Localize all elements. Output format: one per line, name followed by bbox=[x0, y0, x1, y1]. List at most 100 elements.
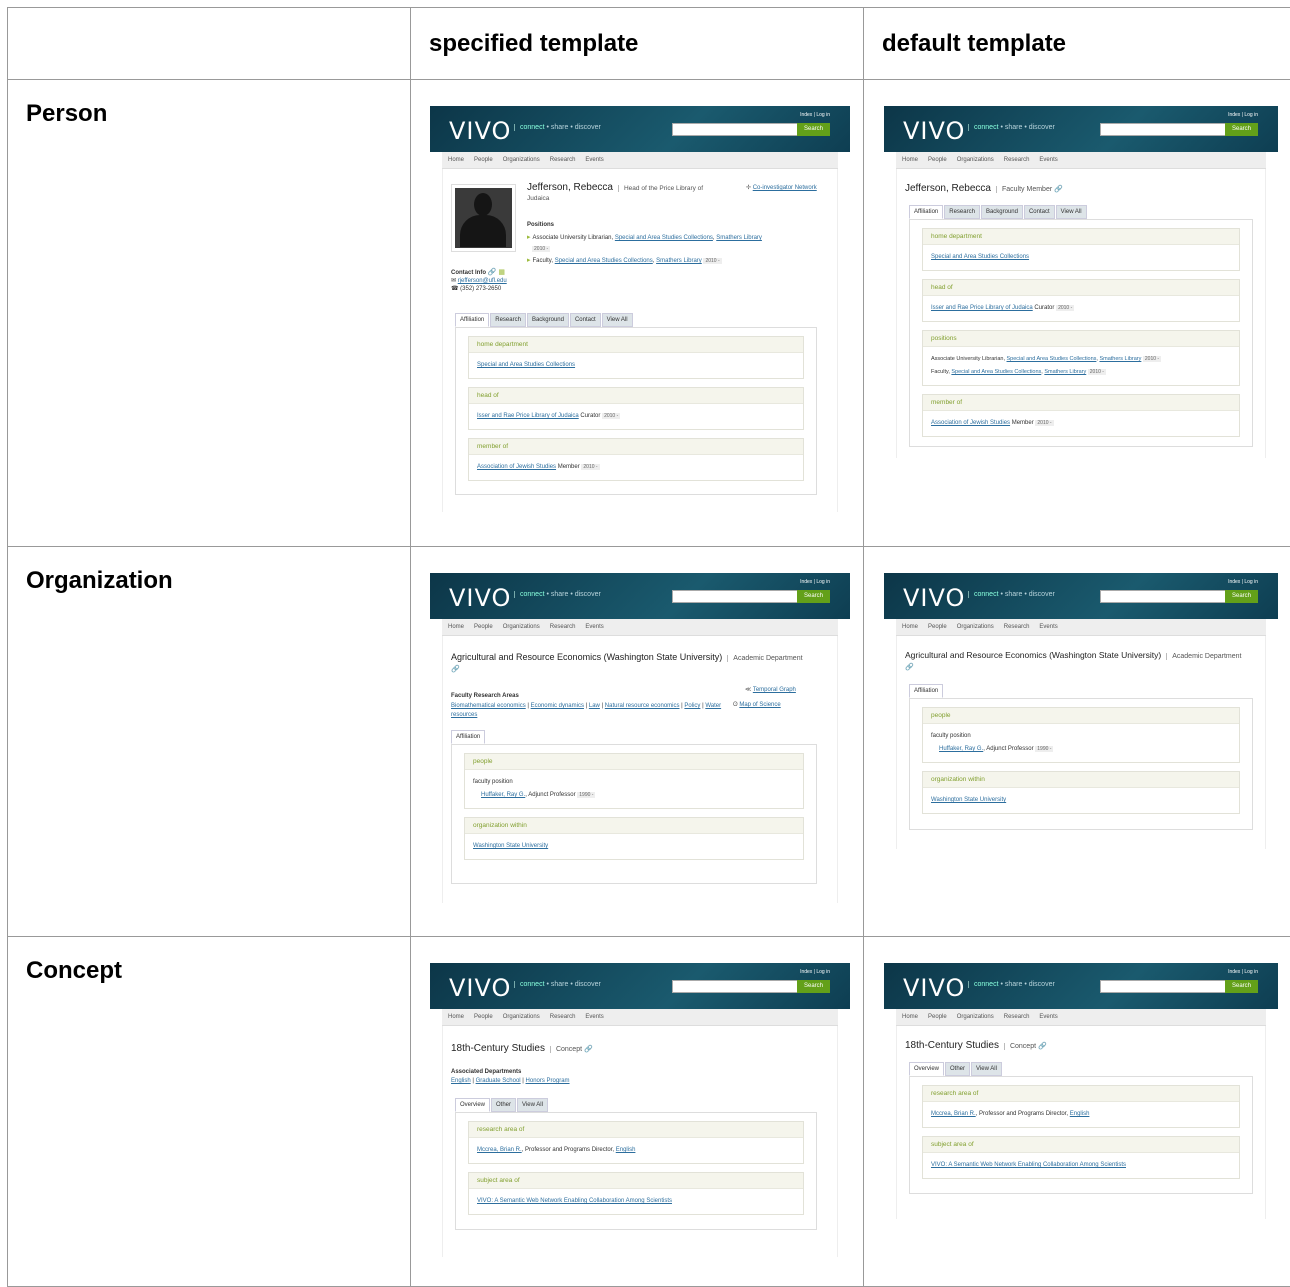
publication-link[interactable]: VIVO: A Semantic Web Network Enabling Co… bbox=[477, 1198, 672, 1204]
research-area-link[interactable]: Policy bbox=[684, 703, 700, 709]
nav-research[interactable]: Research bbox=[550, 157, 576, 163]
tab-overview[interactable]: Overview bbox=[909, 1062, 944, 1076]
nav-events[interactable]: Events bbox=[1039, 624, 1057, 630]
home-department-link[interactable]: Special and Area Studies Collections bbox=[477, 362, 575, 368]
nav-organizations[interactable]: Organizations bbox=[957, 624, 994, 630]
researcher-link[interactable]: Mccrea, Brian R. bbox=[477, 1147, 522, 1153]
home-department-link[interactable]: Special and Area Studies Collections bbox=[931, 254, 1029, 260]
tab-affiliation[interactable]: Affiliation bbox=[909, 205, 943, 219]
search-input[interactable] bbox=[1100, 123, 1226, 136]
nav-events[interactable]: Events bbox=[1039, 1014, 1057, 1020]
tab-other[interactable]: Other bbox=[491, 1098, 516, 1112]
nav-events[interactable]: Events bbox=[585, 1014, 603, 1020]
search-input[interactable] bbox=[672, 123, 798, 136]
nav-organizations[interactable]: Organizations bbox=[503, 624, 540, 630]
nav-research[interactable]: Research bbox=[550, 1014, 576, 1020]
search-input[interactable] bbox=[1100, 590, 1226, 603]
department-link[interactable]: English bbox=[451, 1078, 471, 1084]
nav-home[interactable]: Home bbox=[902, 157, 918, 163]
person-link[interactable]: Huffaker, Ray G. bbox=[939, 746, 983, 752]
tab-affiliation[interactable]: Affiliation bbox=[909, 684, 943, 698]
nav-people[interactable]: People bbox=[474, 157, 493, 163]
vivo-logo[interactable]: VIVO bbox=[903, 584, 965, 612]
nav-people[interactable]: People bbox=[928, 157, 947, 163]
index-link[interactable]: Index bbox=[1228, 969, 1240, 975]
nav-research[interactable]: Research bbox=[1004, 1014, 1030, 1020]
tab-contact[interactable]: Contact bbox=[1024, 205, 1055, 219]
member-of-link[interactable]: Association of Jewish Studies bbox=[931, 420, 1010, 426]
researcher-link[interactable]: Mccrea, Brian R. bbox=[931, 1111, 976, 1117]
head-of-link[interactable]: Isser and Rae Price Library of Judaica bbox=[477, 413, 579, 419]
tab-view-all[interactable]: View All bbox=[1056, 205, 1087, 219]
nav-organizations[interactable]: Organizations bbox=[503, 1014, 540, 1020]
department-link[interactable]: Honors Program bbox=[526, 1078, 570, 1084]
index-link[interactable]: Index bbox=[800, 579, 812, 585]
search-input[interactable] bbox=[672, 980, 798, 993]
nav-people[interactable]: People bbox=[474, 1014, 493, 1020]
login-link[interactable]: Log in bbox=[816, 969, 830, 975]
login-link[interactable]: Log in bbox=[1244, 969, 1258, 975]
head-of-link[interactable]: Isser and Rae Price Library of Judaica bbox=[931, 305, 1033, 311]
tab-overview[interactable]: Overview bbox=[455, 1098, 490, 1112]
login-link[interactable]: Log in bbox=[1244, 579, 1258, 585]
member-of-link[interactable]: Association of Jewish Studies bbox=[477, 464, 556, 470]
vivo-logo[interactable]: VIVO bbox=[903, 974, 965, 1002]
tab-background[interactable]: Background bbox=[981, 205, 1023, 219]
vivo-logo[interactable]: VIVO bbox=[449, 974, 511, 1002]
parent-org-link[interactable]: Washington State University bbox=[931, 797, 1006, 803]
nav-organizations[interactable]: Organizations bbox=[957, 157, 994, 163]
nav-organizations[interactable]: Organizations bbox=[503, 157, 540, 163]
nav-people[interactable]: People bbox=[474, 624, 493, 630]
login-link[interactable]: Log in bbox=[1244, 112, 1258, 118]
vivo-logo[interactable]: VIVO bbox=[449, 117, 511, 145]
login-link[interactable]: Log in bbox=[816, 579, 830, 585]
tab-affiliation[interactable]: Affiliation bbox=[451, 730, 485, 744]
research-area-link[interactable]: Biomathematical economics bbox=[451, 703, 526, 709]
research-area-link[interactable]: Economic dynamics bbox=[531, 703, 584, 709]
search-input[interactable] bbox=[1100, 980, 1226, 993]
tab-affiliation[interactable]: Affiliation bbox=[455, 313, 489, 327]
person-link[interactable]: Huffaker, Ray G. bbox=[481, 792, 525, 798]
search-button[interactable]: Search bbox=[797, 980, 830, 993]
research-area-link[interactable]: Law bbox=[589, 703, 600, 709]
search-button[interactable]: Search bbox=[797, 590, 830, 603]
nav-research[interactable]: Research bbox=[1004, 624, 1030, 630]
department-link[interactable]: Graduate School bbox=[476, 1078, 521, 1084]
research-area-link[interactable]: Natural resource economics bbox=[605, 703, 680, 709]
tab-other[interactable]: Other bbox=[945, 1062, 970, 1076]
tab-contact[interactable]: Contact bbox=[570, 313, 601, 327]
temporal-graph-link[interactable]: ≪ Temporal Graph bbox=[745, 686, 796, 693]
index-link[interactable]: Index bbox=[800, 112, 812, 118]
index-link[interactable]: Index bbox=[1228, 112, 1240, 118]
nav-research[interactable]: Research bbox=[550, 624, 576, 630]
nav-home[interactable]: Home bbox=[902, 624, 918, 630]
nav-people[interactable]: People bbox=[928, 624, 947, 630]
department-link[interactable]: English bbox=[616, 1147, 636, 1153]
coinvestigator-network-link[interactable]: ✢ Co-investigator Network bbox=[746, 184, 821, 192]
publication-link[interactable]: VIVO: A Semantic Web Network Enabling Co… bbox=[931, 1162, 1126, 1168]
nav-events[interactable]: Events bbox=[1039, 157, 1057, 163]
nav-organizations[interactable]: Organizations bbox=[957, 1014, 994, 1020]
nav-home[interactable]: Home bbox=[448, 157, 464, 163]
parent-org-link[interactable]: Washington State University bbox=[473, 843, 548, 849]
nav-home[interactable]: Home bbox=[448, 624, 464, 630]
search-button[interactable]: Search bbox=[1225, 980, 1258, 993]
search-button[interactable]: Search bbox=[1225, 123, 1258, 136]
department-link[interactable]: English bbox=[1070, 1111, 1090, 1117]
nav-research[interactable]: Research bbox=[1004, 157, 1030, 163]
index-link[interactable]: Index bbox=[1228, 579, 1240, 585]
vivo-logo[interactable]: VIVO bbox=[449, 584, 511, 612]
search-button[interactable]: Search bbox=[1225, 590, 1258, 603]
vivo-logo[interactable]: VIVO bbox=[903, 117, 965, 145]
tab-view-all[interactable]: View All bbox=[517, 1098, 548, 1112]
nav-people[interactable]: People bbox=[928, 1014, 947, 1020]
nav-home[interactable]: Home bbox=[902, 1014, 918, 1020]
tab-view-all[interactable]: View All bbox=[971, 1062, 1002, 1076]
nav-events[interactable]: Events bbox=[585, 157, 603, 163]
nav-home[interactable]: Home bbox=[448, 1014, 464, 1020]
tab-view-all[interactable]: View All bbox=[602, 313, 633, 327]
map-of-science-link[interactable]: ʘ Map of Science bbox=[733, 702, 781, 708]
login-link[interactable]: Log in bbox=[816, 112, 830, 118]
search-button[interactable]: Search bbox=[797, 123, 830, 136]
tab-research[interactable]: Research bbox=[944, 205, 980, 219]
